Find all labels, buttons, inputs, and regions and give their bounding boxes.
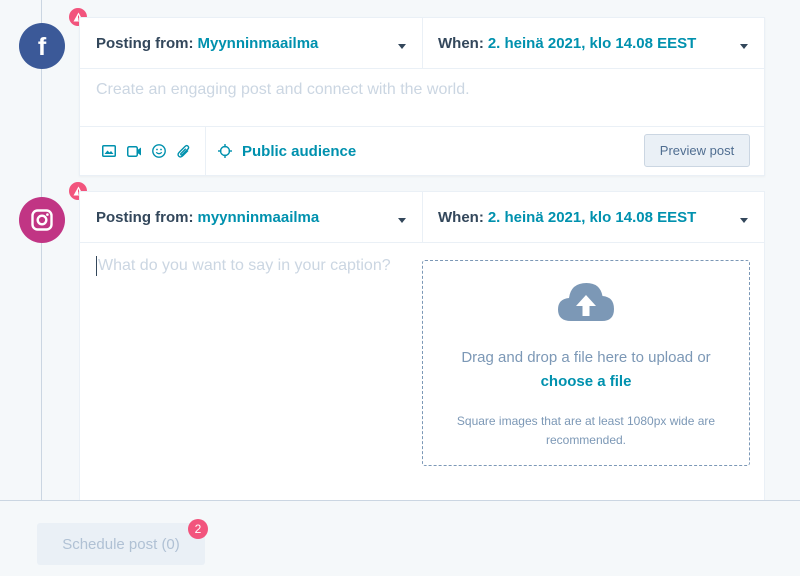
audience-label: Public audience [242,142,357,160]
post-toolbar: Public audience Preview post [80,127,764,175]
chevron-down-icon [740,218,748,223]
timeline-line [41,0,42,500]
chevron-down-icon [740,44,748,49]
posting-from-label: Posting from: [96,34,194,52]
post-body: What do you want to say in your caption?… [80,243,764,501]
image-icon[interactable] [100,142,118,160]
when-value: 2. heinä 2021, klo 14.08 EEST [487,34,697,52]
post-text-input[interactable]: Create an engaging post and connect with… [80,69,764,127]
when-dropdown[interactable]: When: 2. heinä 2021, klo 14.08 EEST [423,192,764,242]
caption-input[interactable]: What do you want to say in your caption? [96,256,391,276]
chevron-down-icon [398,44,406,49]
choose-file-link[interactable]: choose a file [423,370,749,394]
emoji-icon[interactable] [150,142,168,160]
posting-from-account: Myynninmaailma [197,34,319,52]
when-value: 2. heinä 2021, klo 14.08 EEST [487,208,697,226]
schedule-post-button[interactable]: Schedule post (0) [37,523,205,565]
instagram-post-card: Posting from: myynninmaailma When: 2. he… [79,191,765,501]
preview-post-button[interactable]: Preview post [644,134,750,167]
posting-from-label: Posting from: [96,208,194,226]
text-cursor [96,256,97,276]
audience-selector[interactable]: Public audience [216,142,356,160]
when-label: When: [438,208,484,226]
video-icon[interactable] [125,142,143,160]
posting-from-dropdown[interactable]: Posting from: myynninmaailma [80,192,423,242]
chevron-down-icon [398,218,406,223]
post-header: Posting from: Myynninmaailma When: 2. he… [80,18,764,69]
dropzone-text: Drag and drop a file here to upload or [461,349,711,366]
dropzone-note: Square images that are at least 1080px w… [456,414,716,447]
facebook-post-card: Posting from: Myynninmaailma When: 2. he… [79,17,765,176]
facebook-icon: f [19,23,65,69]
attachment-icon[interactable] [175,142,193,160]
toolbar-divider [205,127,206,175]
cloud-upload-icon [556,281,616,323]
posting-from-account: myynninmaailma [197,208,320,226]
file-upload-dropzone[interactable]: Drag and drop a file here to upload or c… [422,260,750,466]
when-label: When: [438,34,484,52]
caption-placeholder: What do you want to say in your caption? [98,257,391,274]
when-dropdown[interactable]: When: 2. heinä 2021, klo 14.08 EEST [423,18,764,68]
error-count-badge: 2 [188,519,208,539]
post-placeholder: Create an engaging post and connect with… [96,81,470,98]
posting-from-dropdown[interactable]: Posting from: Myynninmaailma [80,18,423,68]
instagram-icon [19,197,65,243]
post-header: Posting from: myynninmaailma When: 2. he… [80,192,764,243]
footer-bar: Schedule post (0) 2 [0,500,800,576]
crosshair-icon [216,142,234,160]
